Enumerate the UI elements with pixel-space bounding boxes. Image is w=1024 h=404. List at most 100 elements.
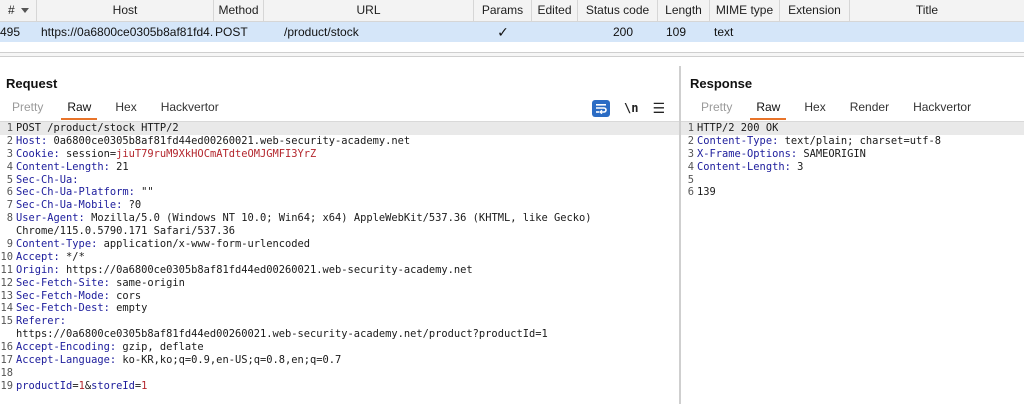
hamburger-menu-icon[interactable]: ☰ (652, 101, 665, 115)
line-number: 19 (0, 379, 13, 392)
response-tab-render[interactable]: Render (838, 99, 901, 121)
history-scroll-divider[interactable] (0, 52, 1024, 57)
request-tab-hex[interactable]: Hex (103, 99, 148, 121)
line-number: 10 (0, 250, 13, 263)
response-line-6: 6 139 (681, 186, 1024, 199)
header-value: "" (134, 186, 154, 199)
line-number: 5 (687, 173, 694, 186)
line-number: 8 (6, 212, 13, 225)
line-content: Referer: (16, 315, 66, 328)
header-name: Accept: (16, 250, 60, 263)
request-line-2: 2 Host: 0a6800ce0305b8af81fd44ed00260021.… (0, 135, 679, 148)
request-line-7: 7 Sec-Ch-Ua-Mobile: ?0 (0, 199, 679, 212)
request-title: Request (6, 76, 58, 91)
cell-host: https://0a6800ce0305b8af81fd4... (41, 25, 214, 39)
column-header-url[interactable]: URL (264, 0, 474, 22)
column-header-length[interactable]: Length (658, 0, 710, 22)
header-name: Content-Length: (697, 160, 791, 173)
request-tab-pretty[interactable]: Pretty (0, 99, 55, 121)
line-number: 6 (6, 186, 13, 199)
header-name: X-Frame-Options: (697, 147, 798, 160)
header-name: Referer: (16, 315, 67, 328)
wrap-lines-icon[interactable] (591, 99, 610, 117)
header-value-wrapped: Chrome/115.0.5790.171 Safari/537.36 (16, 225, 235, 238)
column-header-edited[interactable]: Edited (532, 0, 578, 22)
line-number: 4 (6, 160, 13, 173)
response-title: Response (690, 76, 753, 91)
request-line-19: 19 productId=1&storeId=1 (0, 380, 679, 393)
header-name: Origin: (16, 263, 60, 276)
column-header-extension[interactable]: Extension (780, 0, 850, 22)
header-value: empty (109, 302, 148, 315)
header-value: HTTP/2 200 OK (697, 122, 779, 134)
request-panel: Request Pretty Raw Hex Hackvertor \n ☰ 1… (0, 66, 680, 404)
header-name: Sec-Ch-Ua-Platform: (16, 186, 135, 199)
header-name: User-Agent: (16, 212, 85, 225)
line-number: 3 (687, 147, 694, 160)
request-line-8-wrapped: Chrome/115.0.5790.171 Safari/537.36 (0, 225, 679, 238)
column-header-method[interactable]: Method (214, 0, 264, 22)
request-line-13: 13 Sec-Fetch-Mode: cors (0, 290, 679, 303)
header-name: Content-Type: (697, 134, 779, 147)
line-number: 9 (6, 238, 13, 251)
line-content: Content-Type: application/x-www-form-url… (16, 238, 310, 251)
header-value: Mozilla/5.0 (Windows NT 10.0; Win64; x64… (84, 212, 592, 225)
header-value: same-origin (109, 276, 185, 289)
line-content: Accept: */* (16, 251, 85, 264)
table-row[interactable]: 495 https://0a6800ce0305b8af81fd4... POS… (0, 22, 1024, 42)
line-number: 18 (0, 366, 13, 379)
line-content: Content-Length: 21 (16, 161, 129, 174)
header-value: cors (109, 289, 142, 302)
response-tab-hex[interactable]: Hex (792, 99, 837, 121)
line-number: 17 (0, 354, 13, 367)
header-value: https://0a6800ce0305b8af81fd44ed00260021… (59, 263, 473, 276)
request-line-14: 14 Sec-Fetch-Dest: empty (0, 302, 679, 315)
column-header-mime-type[interactable]: MIME type (710, 0, 780, 22)
column-header-host[interactable]: Host (37, 0, 214, 22)
header-name: Content-Type: (16, 238, 98, 251)
line-number: 2 (6, 134, 13, 147)
response-line-3: 3 X-Frame-Options: SAMEORIGIN (681, 148, 1024, 161)
header-value: POST /product/stock HTTP/2 (16, 122, 179, 134)
line-number: 1 (6, 122, 13, 134)
line-number: 2 (687, 134, 694, 147)
header-name: Sec-Fetch-Site: (16, 276, 110, 289)
column-header-params[interactable]: Params (474, 0, 532, 22)
response-tab-raw[interactable]: Raw (744, 99, 792, 121)
request-tab-raw[interactable]: Raw (55, 99, 103, 121)
line-content: Origin: https://0a6800ce0305b8af81fd44ed… (16, 264, 473, 277)
column-header-status-code[interactable]: Status code (578, 0, 658, 22)
request-line-5: 5 Sec-Ch-Ua: (0, 174, 679, 187)
request-line-4: 4 Content-Length: 21 (0, 161, 679, 174)
response-tabs: Pretty Raw Hex Render Hackvertor (689, 99, 983, 121)
cell-method: POST (215, 25, 248, 39)
response-tab-hackvertor[interactable]: Hackvertor (901, 99, 983, 121)
request-tabs: Pretty Raw Hex Hackvertor (0, 99, 231, 121)
response-tab-pretty[interactable]: Pretty (689, 99, 744, 121)
cell-params-checkmark: ✓ (497, 24, 509, 40)
request-tab-hackvertor[interactable]: Hackvertor (149, 99, 231, 121)
request-line-11: 11 Origin: https://0a6800ce0305b8af81fd44… (0, 264, 679, 277)
show-newlines-button[interactable]: \n (624, 101, 638, 115)
response-panel: Response Pretty Raw Hex Render Hackverto… (681, 66, 1024, 404)
column-header-title[interactable]: Title (850, 0, 1004, 22)
header-name: Content-Length: (16, 160, 110, 173)
header-value: text/plain; charset=utf-8 (778, 134, 941, 147)
request-line-12: 12 Sec-Fetch-Site: same-origin (0, 277, 679, 290)
line-content: User-Agent: Mozilla/5.0 (Windows NT 10.0… (16, 212, 592, 225)
request-editor[interactable]: 1 POST /product/stock HTTP/2 2 Host: 0a6800… (0, 121, 679, 404)
header-value: */* (59, 250, 85, 263)
header-name: Sec-Fetch-Dest: (16, 302, 110, 315)
header-name: Sec-Ch-Ua: (16, 173, 79, 186)
line-number-blank (0, 225, 16, 238)
header-name: Sec-Fetch-Mode: (16, 289, 110, 302)
line-number: 12 (0, 276, 13, 289)
line-content: Sec-Fetch-Site: same-origin (16, 277, 185, 290)
header-value: 139 (697, 186, 716, 199)
header-name: Accept-Encoding: (16, 341, 117, 354)
response-editor[interactable]: 1 HTTP/2 200 OK 2 Content-Type: text/plain;… (681, 121, 1024, 404)
header-value: ?0 (122, 199, 142, 212)
column-header-number[interactable]: # (0, 0, 37, 22)
header-value: 21 (109, 160, 129, 173)
cell-extension (780, 22, 850, 42)
